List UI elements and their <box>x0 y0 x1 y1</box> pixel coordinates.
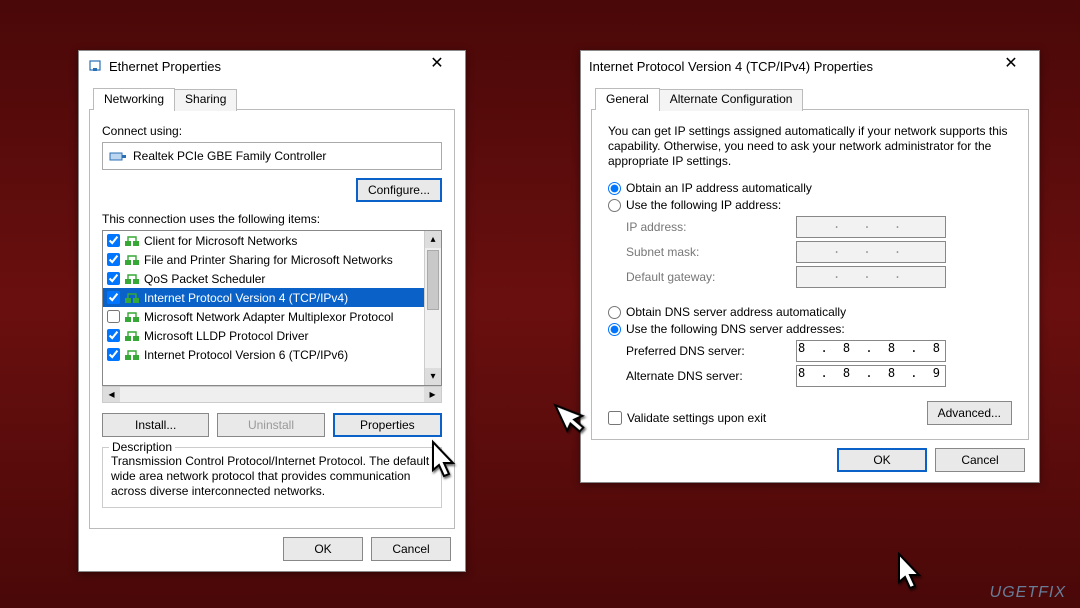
vertical-scrollbar[interactable]: ▴ ▾ <box>424 231 441 385</box>
checkbox-icon[interactable] <box>107 348 120 361</box>
description-text: Transmission Control Protocol/Internet P… <box>111 454 433 499</box>
ip-auto-radio[interactable]: Obtain an IP address automatically <box>608 181 1012 195</box>
protocol-icon <box>124 329 140 343</box>
ipv4-properties-window: Internet Protocol Version 4 (TCP/IPv4) P… <box>580 50 1040 483</box>
list-item[interactable]: Internet Protocol Version 4 (TCP/IPv4) <box>103 288 424 307</box>
dns-manual-radio[interactable]: Use the following DNS server addresses: <box>608 322 1012 336</box>
cancel-button[interactable]: Cancel <box>935 448 1025 472</box>
alternate-dns-field[interactable]: 8 . 8 . 8 . 9 <box>796 365 946 387</box>
uninstall-button: Uninstall <box>217 413 324 437</box>
list-item-label: Microsoft LLDP Protocol Driver <box>144 329 309 343</box>
list-item[interactable]: Microsoft Network Adapter Multiplexor Pr… <box>103 307 424 326</box>
dns-auto-radio[interactable]: Obtain DNS server address automatically <box>608 305 1012 319</box>
titlebar[interactable]: Internet Protocol Version 4 (TCP/IPv4) P… <box>581 51 1039 81</box>
tab-general[interactable]: General <box>595 88 660 110</box>
close-icon[interactable]: ✕ <box>417 53 457 79</box>
list-item-label: Internet Protocol Version 4 (TCP/IPv4) <box>144 291 348 305</box>
advanced-button[interactable]: Advanced... <box>927 401 1012 425</box>
cursor-pointer-icon <box>886 550 928 598</box>
ip-manual-radio[interactable]: Use the following IP address: <box>608 198 1012 212</box>
intro-text: You can get IP settings assigned automat… <box>608 124 1012 169</box>
protocol-icon <box>124 348 140 362</box>
watermark: UGETFIX <box>990 584 1066 602</box>
list-item-label: Microsoft Network Adapter Multiplexor Pr… <box>144 310 393 324</box>
close-icon[interactable]: ✕ <box>991 53 1031 79</box>
scroll-down-icon[interactable]: ▾ <box>425 368 441 385</box>
preferred-dns-field[interactable]: 8 . 8 . 8 . 8 <box>796 340 946 362</box>
subnet-mask-field: . . . <box>796 241 946 263</box>
items-listbox[interactable]: Client for Microsoft Networks File and Pr… <box>102 230 442 386</box>
tab-alternate-configuration[interactable]: Alternate Configuration <box>659 89 804 111</box>
alternate-dns-label: Alternate DNS server: <box>626 369 796 383</box>
titlebar[interactable]: Ethernet Properties ✕ <box>79 51 465 81</box>
checkbox-icon[interactable] <box>107 310 120 323</box>
network-adapter-icon <box>109 149 127 163</box>
horizontal-scrollbar[interactable]: ◂ ▸ <box>102 386 442 403</box>
ethernet-icon <box>87 58 103 74</box>
radio-icon[interactable] <box>608 323 621 336</box>
scroll-right-icon[interactable]: ▸ <box>424 387 441 402</box>
checkbox-icon[interactable] <box>107 253 120 266</box>
list-item[interactable]: Client for Microsoft Networks <box>103 231 424 250</box>
validate-checkbox[interactable]: Validate settings upon exit <box>608 411 766 425</box>
tab-networking[interactable]: Networking <box>93 88 175 110</box>
ip-address-field: . . . <box>796 216 946 238</box>
protocol-icon <box>124 253 140 267</box>
list-item[interactable]: Internet Protocol Version 6 (TCP/IPv6) <box>103 345 424 364</box>
list-item-label: QoS Packet Scheduler <box>144 272 265 286</box>
adapter-name: Realtek PCIe GBE Family Controller <box>133 149 326 163</box>
checkbox-icon[interactable] <box>107 272 120 285</box>
adapter-box[interactable]: Realtek PCIe GBE Family Controller <box>102 142 442 170</box>
scroll-thumb[interactable] <box>427 250 439 310</box>
tab-sharing[interactable]: Sharing <box>174 89 237 111</box>
description-legend: Description <box>109 440 175 454</box>
scroll-left-icon[interactable]: ◂ <box>103 387 120 402</box>
radio-icon[interactable] <box>608 306 621 319</box>
scroll-up-icon[interactable]: ▴ <box>425 231 441 248</box>
radio-icon[interactable] <box>608 182 621 195</box>
protocol-icon <box>124 272 140 286</box>
cancel-button[interactable]: Cancel <box>371 537 451 561</box>
properties-button[interactable]: Properties <box>333 413 442 437</box>
checkbox-icon[interactable] <box>107 329 120 342</box>
list-item[interactable]: File and Printer Sharing for Microsoft N… <box>103 250 424 269</box>
connect-using-label: Connect using: <box>102 124 442 138</box>
description-fieldset: Description Transmission Control Protoco… <box>102 447 442 508</box>
preferred-dns-label: Preferred DNS server: <box>626 344 796 358</box>
list-item-label: Internet Protocol Version 6 (TCP/IPv6) <box>144 348 348 362</box>
checkbox-icon[interactable] <box>608 411 622 425</box>
subnet-mask-label: Subnet mask: <box>626 245 796 259</box>
window-title: Internet Protocol Version 4 (TCP/IPv4) P… <box>589 59 991 74</box>
list-item[interactable]: Microsoft LLDP Protocol Driver <box>103 326 424 345</box>
install-button[interactable]: Install... <box>102 413 209 437</box>
protocol-icon <box>124 234 140 248</box>
ethernet-properties-window: Ethernet Properties ✕ Networking Sharing… <box>78 50 466 572</box>
checkbox-icon[interactable] <box>107 291 120 304</box>
ok-button[interactable]: OK <box>283 537 363 561</box>
checkbox-icon[interactable] <box>107 234 120 247</box>
protocol-icon <box>124 310 140 324</box>
list-item[interactable]: QoS Packet Scheduler <box>103 269 424 288</box>
gateway-label: Default gateway: <box>626 270 796 284</box>
gateway-field: . . . <box>796 266 946 288</box>
ip-address-label: IP address: <box>626 220 796 234</box>
list-item-label: File and Printer Sharing for Microsoft N… <box>144 253 393 267</box>
items-label: This connection uses the following items… <box>102 212 442 226</box>
configure-button[interactable]: Configure... <box>356 178 442 202</box>
window-title: Ethernet Properties <box>109 59 417 74</box>
protocol-icon <box>124 291 140 305</box>
radio-icon[interactable] <box>608 199 621 212</box>
ok-button[interactable]: OK <box>837 448 927 472</box>
list-item-label: Client for Microsoft Networks <box>144 234 297 248</box>
